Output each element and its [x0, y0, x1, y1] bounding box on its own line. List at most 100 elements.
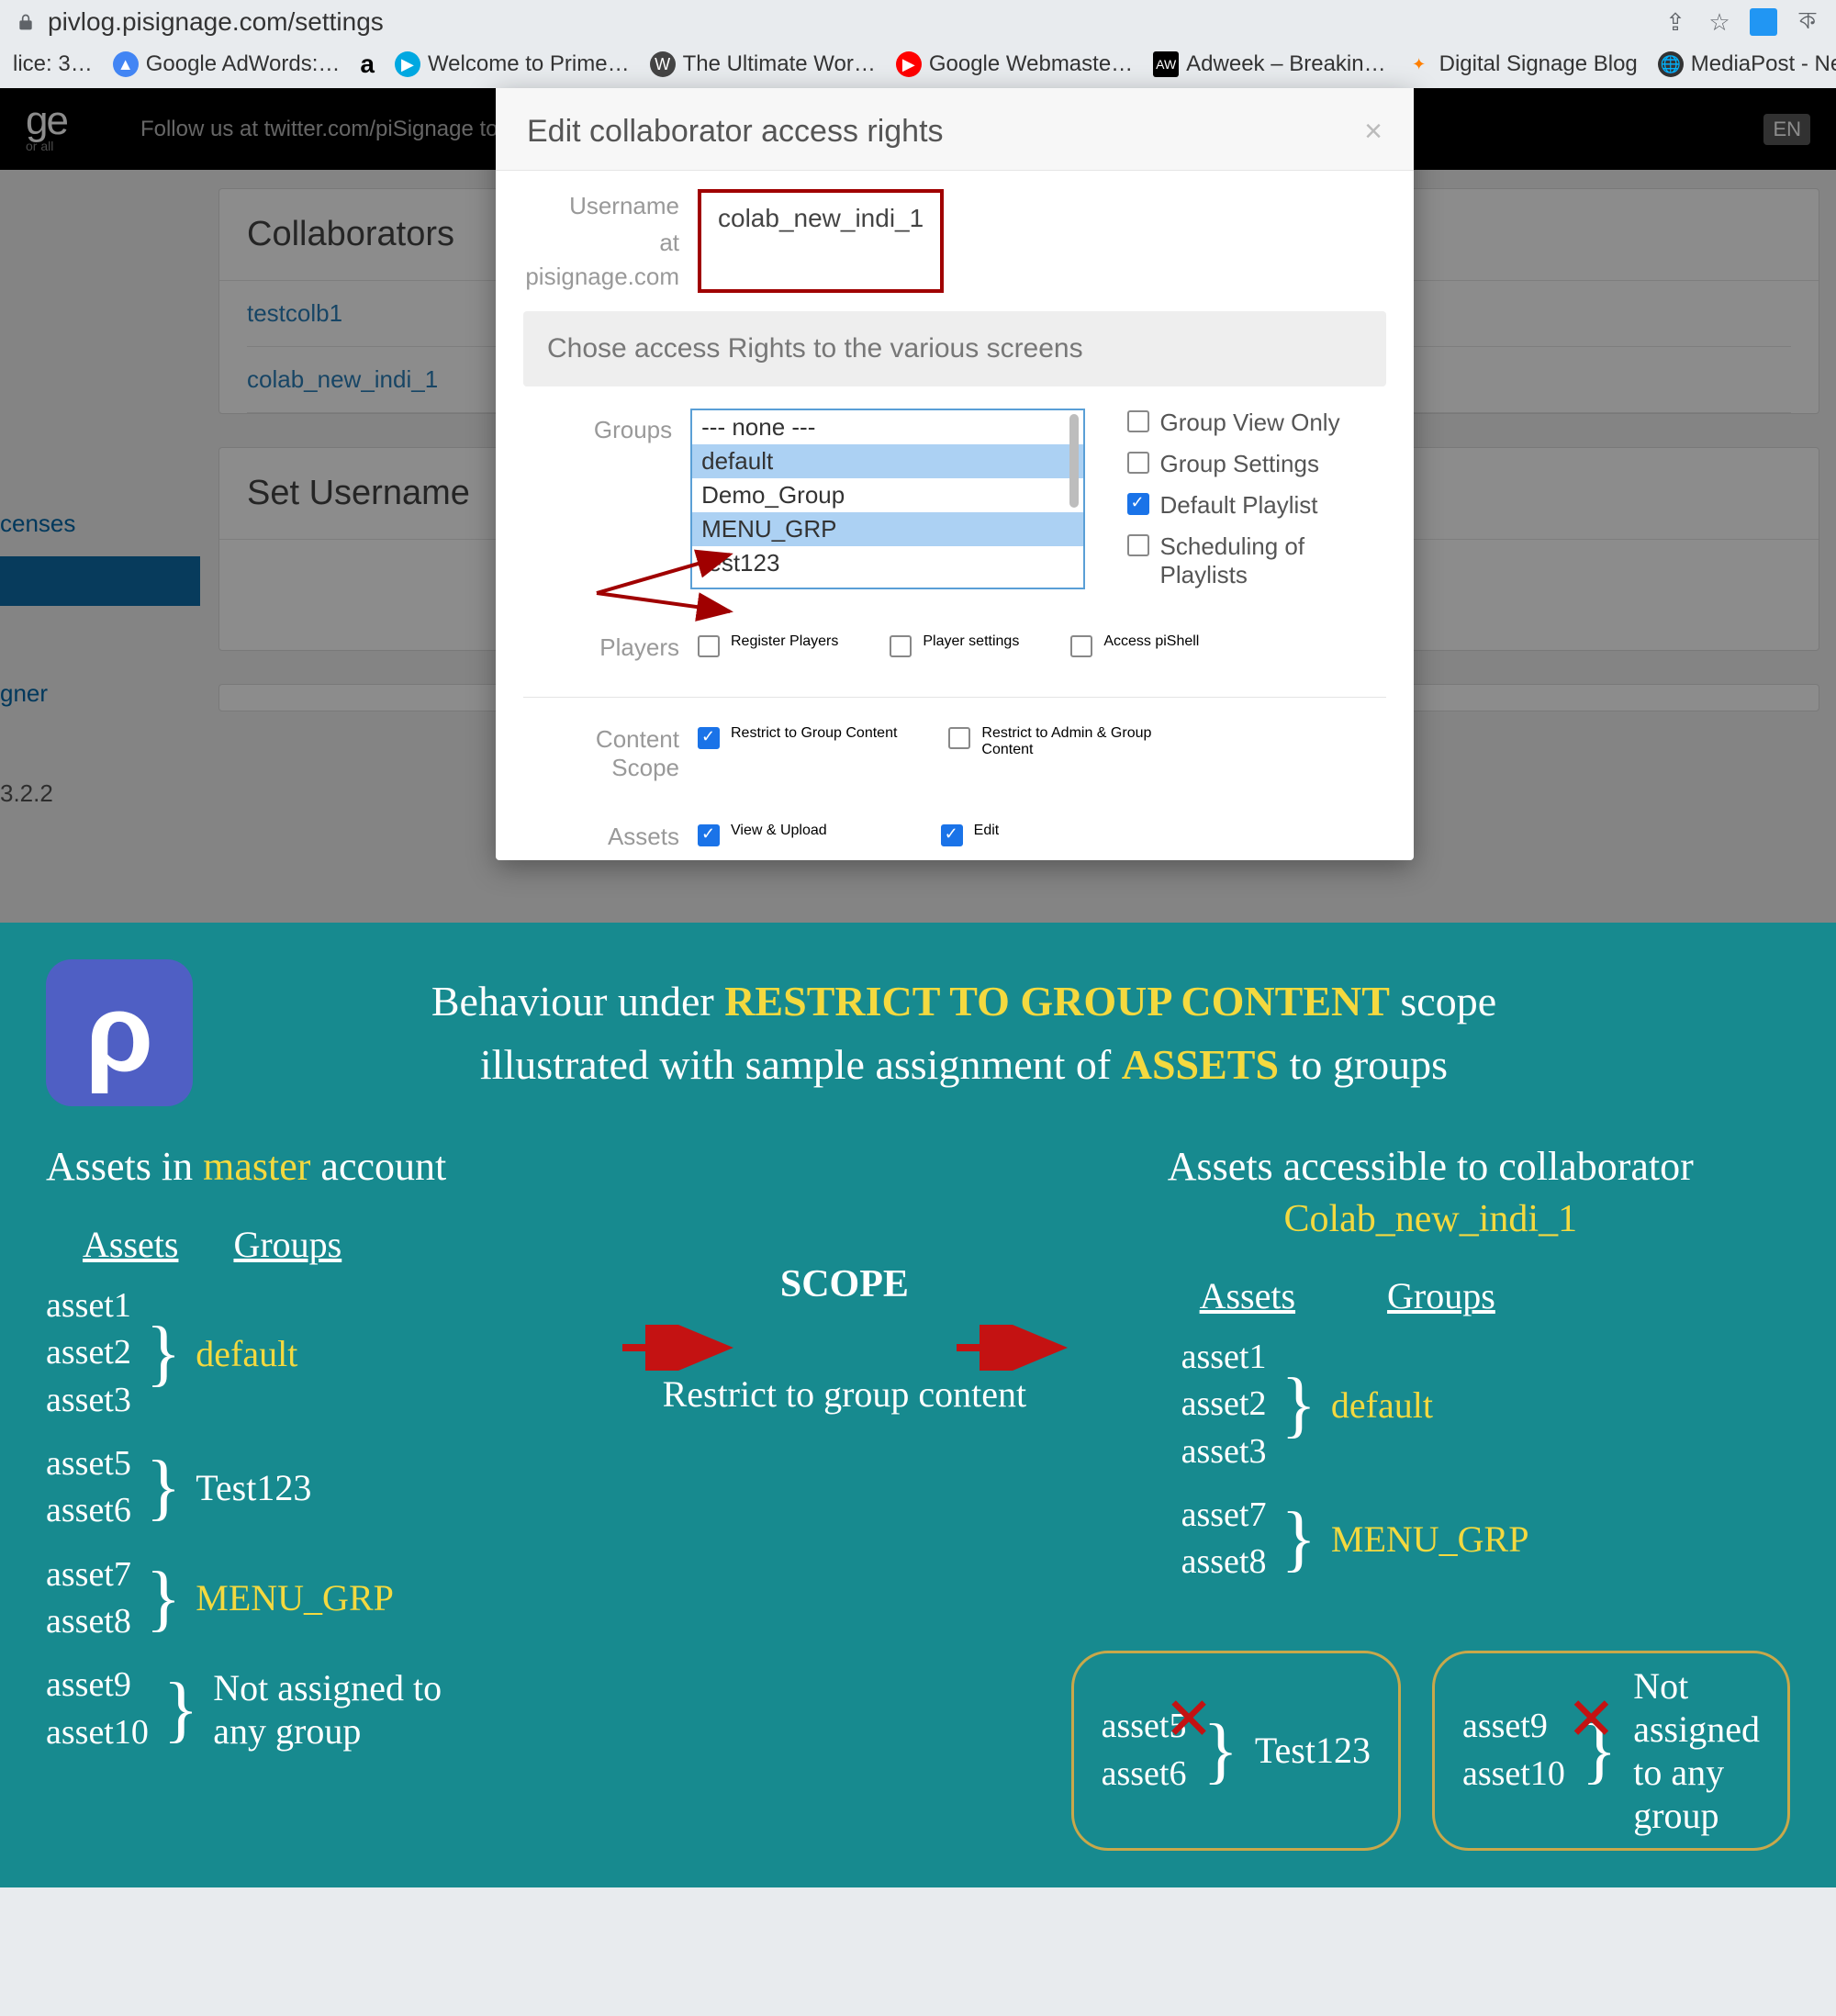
excluded-box: asset9asset10 } Not assigned to any grou…	[1432, 1651, 1790, 1851]
checkbox-icon	[698, 824, 720, 846]
group-permission-checks: Group View Only Group Settings Default P…	[1127, 409, 1386, 589]
bookmark-item[interactable]: WThe Ultimate Wor…	[650, 51, 876, 77]
brace-icon: }	[163, 1687, 198, 1731]
username-label: Username at pisignage.com	[523, 189, 698, 293]
checkbox-icon	[890, 635, 912, 657]
asset-group-row: asset7asset8 } MENU_GRP	[46, 1551, 618, 1646]
players-label: Players	[523, 633, 698, 662]
checkbox-icon	[1127, 410, 1149, 432]
google-icon: ▲	[113, 51, 139, 77]
table-header: AssetsGroups	[1200, 1274, 1790, 1317]
share-icon[interactable]: ⇪	[1662, 8, 1689, 36]
check-access-pishell[interactable]: Access piShell	[1070, 633, 1199, 657]
prime-icon: ▶	[395, 51, 420, 77]
assets-row: Assets View & Upload Edit	[496, 806, 1414, 860]
scope-column: SCOPE Restrict to group content	[645, 1143, 1043, 1850]
check-player-settings[interactable]: Player settings	[890, 633, 1019, 657]
checkbox-icon	[941, 824, 963, 846]
edit-collaborator-modal: Edit collaborator access rights × Userna…	[496, 88, 1414, 860]
check-edit[interactable]: Edit	[941, 823, 1000, 846]
bookmark-item[interactable]: 🌐MediaPost - News…	[1658, 51, 1836, 77]
modal-title: Edit collaborator access rights	[527, 114, 944, 150]
scope-arrows	[618, 1325, 1070, 1371]
content-scope-row: Content Scope Restrict to Group Content …	[496, 709, 1414, 806]
column-title: Assets in master account	[46, 1143, 618, 1190]
checkbox-icon	[698, 635, 720, 657]
table-header: AssetsGroups	[83, 1223, 618, 1266]
app-area: ge or all Follow us at twitter.com/piSig…	[0, 88, 1836, 923]
adweek-icon: AW	[1153, 51, 1179, 77]
players-row: Players Register Players Player settings…	[496, 617, 1414, 686]
lock-icon	[15, 11, 37, 33]
bookmark-item[interactable]: a	[360, 50, 375, 79]
infographic-columns: Assets in master account AssetsGroups as…	[46, 1143, 1790, 1850]
toolbar-icons: ⇪ ☆ ক	[1662, 8, 1821, 36]
bookmark-item[interactable]: ▶Welcome to Prime…	[395, 51, 630, 77]
address-bar: pivlog.pisignage.com/settings ⇪ ☆ ক	[0, 0, 1836, 44]
close-icon[interactable]: ×	[1364, 114, 1383, 150]
browser-chrome: pivlog.pisignage.com/settings ⇪ ☆ ক lice…	[0, 0, 1836, 88]
x-icon: ×	[1166, 1694, 1213, 1743]
username-value: colab_new_indi_1	[698, 189, 944, 293]
brace-icon: }	[146, 1331, 181, 1375]
bookmark-item[interactable]: ✦Digital Signage Blog	[1406, 51, 1638, 77]
group-option-none[interactable]: --- none ---	[692, 410, 1082, 444]
signage-icon: ✦	[1406, 51, 1432, 77]
x-icon: ×	[1568, 1694, 1615, 1743]
excluded-box: asset5asset6 } Test123 ×	[1071, 1651, 1401, 1851]
master-assets-column: Assets in master account AssetsGroups as…	[46, 1143, 618, 1850]
scrollbar-thumb[interactable]	[1069, 414, 1079, 508]
check-restrict-admin[interactable]: Restrict to Admin & Group Content	[948, 725, 1187, 758]
modal-header: Edit collaborator access rights ×	[496, 88, 1414, 171]
group-option-menu[interactable]: MENU_GRP	[692, 512, 1082, 546]
arrow-right-icon	[952, 1325, 1071, 1371]
brace-icon: }	[146, 1576, 181, 1620]
checkbox-icon	[1127, 534, 1149, 556]
wordpress-icon: W	[650, 51, 676, 77]
checkbox-icon	[1070, 635, 1092, 657]
mediapost-icon: 🌐	[1658, 51, 1684, 77]
scope-subtitle: Restrict to group content	[645, 1371, 1043, 1418]
star-icon[interactable]: ☆	[1706, 8, 1733, 36]
checkbox-icon	[1127, 452, 1149, 474]
extension-icon[interactable]	[1750, 8, 1777, 36]
url-text[interactable]: pivlog.pisignage.com/settings	[48, 7, 1651, 37]
bookmark-item[interactable]: ▶Google Webmaste…	[896, 51, 1133, 77]
bookmarks-bar: lice: 3… ▲Google AdWords:… a ▶Welcome to…	[0, 44, 1836, 88]
checkbox-icon	[948, 727, 970, 749]
check-view-upload[interactable]: View & Upload	[698, 823, 827, 846]
excluded-row: asset5asset6 } Test123 × asset9asset10 }…	[1071, 1651, 1790, 1851]
brace-icon: }	[1281, 1517, 1315, 1561]
checkbox-icon	[1127, 493, 1149, 515]
check-group-settings[interactable]: Group Settings	[1127, 450, 1386, 478]
checkbox-icon	[698, 727, 720, 749]
bookmark-item[interactable]: ▲Google AdWords:…	[113, 51, 341, 77]
youtube-icon: ▶	[896, 51, 922, 77]
amazon-icon: a	[360, 50, 375, 79]
check-group-view[interactable]: Group View Only	[1127, 409, 1386, 437]
pisignage-logo: ρ	[46, 959, 193, 1106]
bookmark-item[interactable]: lice: 3…	[13, 51, 93, 77]
groups-label: Groups	[523, 409, 690, 589]
infographic: ρ Behaviour under RESTRICT TO GROUP CONT…	[0, 923, 1836, 1887]
bookmark-item[interactable]: AWAdweek – Breakin…	[1153, 51, 1385, 77]
asset-group-row: asset1asset2asset3 } default	[1181, 1334, 1790, 1475]
group-option-demo[interactable]: Demo_Group	[692, 478, 1082, 512]
asset-group-row: asset7asset8 } MENU_GRP	[1181, 1492, 1790, 1586]
assets-label: Assets	[523, 823, 698, 851]
arrow-right-icon	[618, 1325, 737, 1371]
username-row: Username at pisignage.com colab_new_indi…	[496, 171, 1414, 298]
check-register-players[interactable]: Register Players	[698, 633, 838, 657]
groups-select[interactable]: --- none --- default Demo_Group MENU_GRP…	[690, 409, 1084, 589]
collaborator-name: Colab_new_indi_1	[1071, 1197, 1790, 1241]
hindi-icon[interactable]: ক	[1794, 8, 1821, 36]
check-restrict-group[interactable]: Restrict to Group Content	[698, 725, 897, 758]
access-prompt: Chose access Rights to the various scree…	[523, 311, 1386, 386]
group-option-test[interactable]: test123	[692, 546, 1082, 580]
check-default-playlist[interactable]: Default Playlist	[1127, 491, 1386, 520]
content-scope-label: Content Scope	[523, 725, 698, 782]
check-scheduling[interactable]: Scheduling of Playlists	[1127, 532, 1386, 589]
group-option-default[interactable]: default	[692, 444, 1082, 478]
scope-heading: SCOPE	[645, 1262, 1043, 1306]
groups-row: Groups --- none --- default Demo_Group M…	[496, 405, 1414, 617]
